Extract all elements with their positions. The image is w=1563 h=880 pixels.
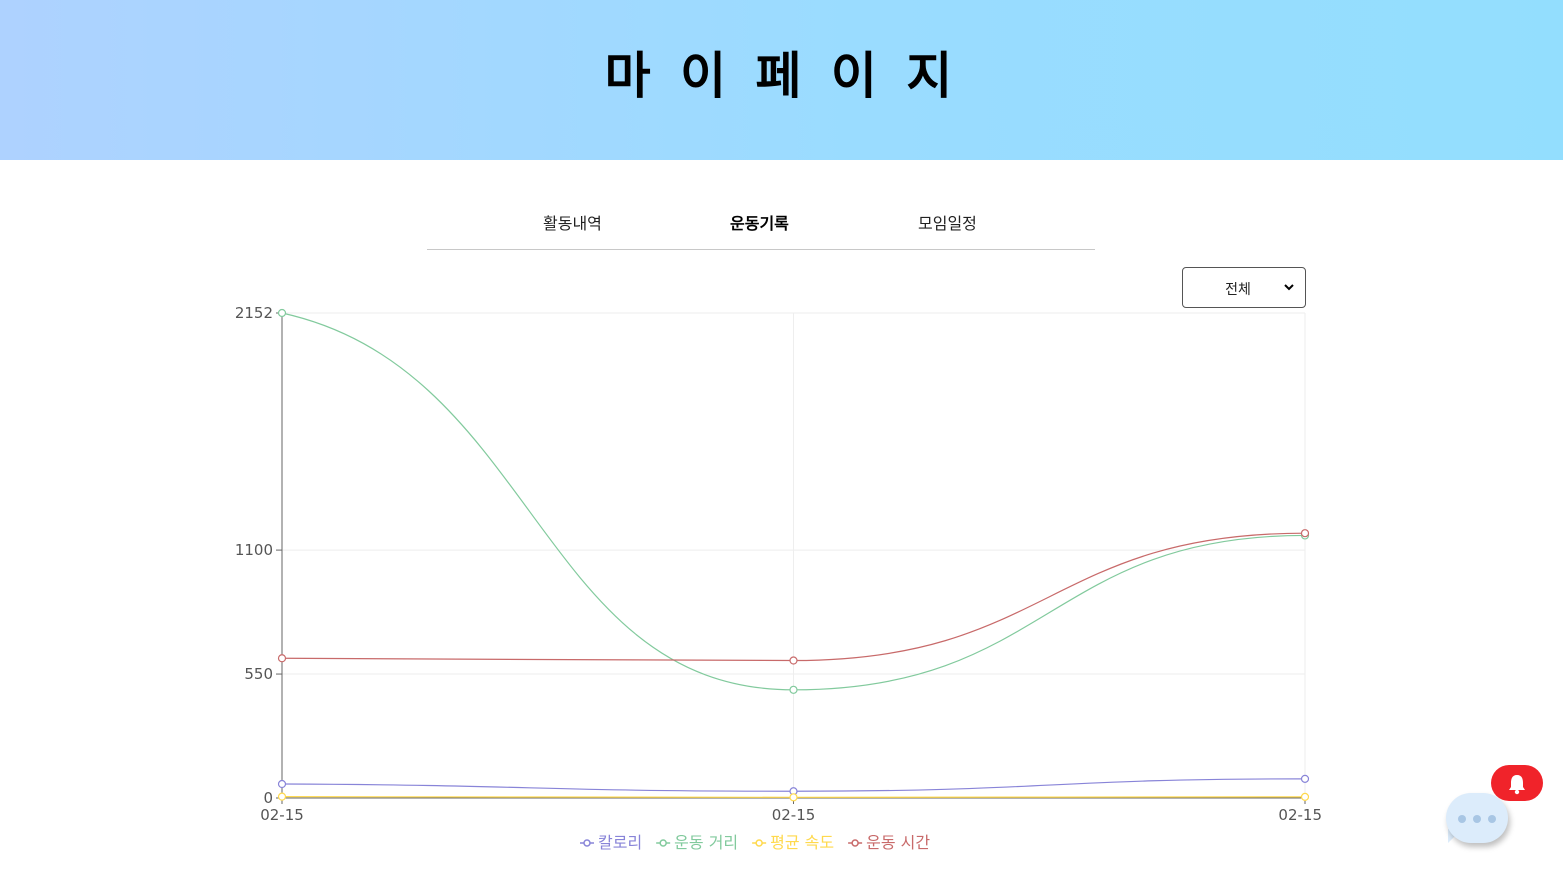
data-point	[277, 654, 287, 663]
data-point	[789, 656, 798, 665]
legend-label: 운동 시간	[866, 833, 930, 852]
notification-button[interactable]	[1491, 765, 1543, 801]
data-point	[1300, 792, 1310, 801]
chat-dot	[1458, 815, 1466, 823]
exercise-chart: 0 550 1100 2152 02-15 02-15 02-15 칼로리 운동 거리 평균 속도…	[235, 304, 1322, 852]
data-point	[277, 779, 287, 789]
legend-marker-dot	[851, 839, 859, 847]
y-tick-label: 550	[244, 665, 273, 683]
legend-label: 운동 거리	[674, 833, 738, 852]
y-tick-label: 1100	[235, 541, 273, 559]
bell-icon	[1509, 775, 1525, 795]
legend-label: 칼로리	[598, 833, 642, 852]
data-point	[1300, 774, 1310, 783]
data-point	[789, 793, 798, 802]
legend-marker-dot	[659, 839, 667, 847]
legend-marker-dot	[755, 839, 763, 847]
data-point	[1300, 529, 1310, 538]
chat-dot	[1473, 815, 1481, 823]
x-tick-label: 02-15	[1278, 806, 1322, 824]
data-point	[277, 308, 287, 318]
y-tick-label: 0	[263, 789, 273, 807]
y-tick-label: 2152	[235, 304, 273, 322]
x-tick-label: 02-15	[260, 806, 304, 824]
data-point	[789, 685, 798, 694]
legend-marker-dot	[583, 839, 591, 847]
data-point	[277, 792, 287, 801]
legend-label: 평균 속도	[770, 833, 834, 852]
x-tick-label: 02-15	[772, 806, 816, 824]
chat-dot	[1488, 815, 1496, 823]
